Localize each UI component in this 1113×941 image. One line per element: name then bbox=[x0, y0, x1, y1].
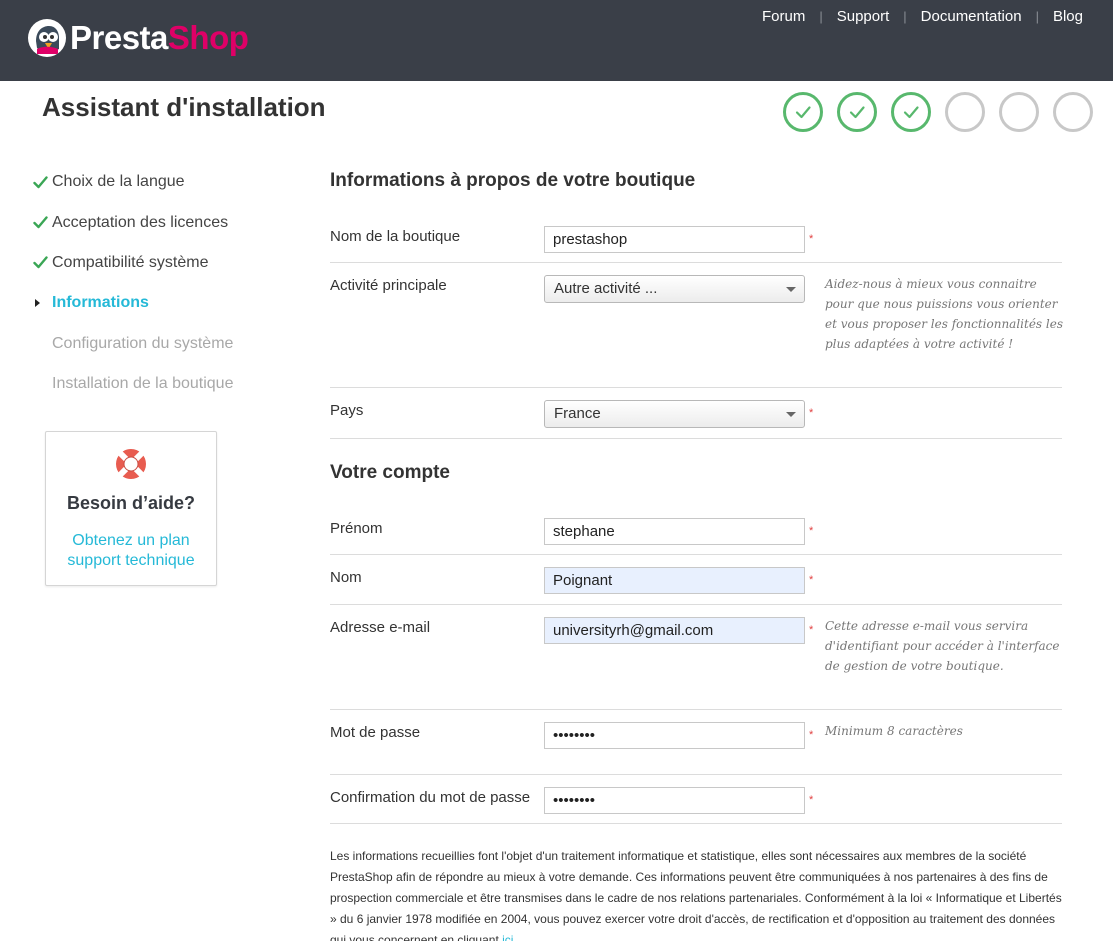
logo-text-shop: Shop bbox=[167, 19, 249, 56]
step-4-pending bbox=[945, 92, 985, 132]
step-5-pending bbox=[999, 92, 1039, 132]
required-marker: * bbox=[809, 729, 814, 741]
install-steps-sidebar: Choix de la langue Acceptation des licen… bbox=[33, 162, 273, 404]
row-divider bbox=[330, 387, 1062, 388]
email-input[interactable] bbox=[544, 617, 805, 644]
shop-name-input[interactable] bbox=[544, 226, 805, 253]
chevron-down-icon bbox=[786, 287, 796, 292]
row-divider bbox=[330, 709, 1062, 710]
lastname-input[interactable] bbox=[544, 567, 805, 594]
sidebar-item-language[interactable]: Choix de la langue bbox=[33, 162, 273, 202]
row-divider bbox=[330, 554, 1062, 555]
activity-select-value: Autre activité ... bbox=[554, 280, 658, 297]
support-plan-link-line2: support technique bbox=[67, 552, 195, 569]
nav-link-support[interactable]: Support bbox=[837, 8, 890, 25]
step-1-complete bbox=[783, 92, 823, 132]
country-select-value: France bbox=[554, 405, 601, 422]
row-divider bbox=[330, 774, 1062, 775]
account-section-title: Votre compte bbox=[330, 462, 451, 483]
shop-section-title: Informations à propos de votre boutique bbox=[330, 170, 696, 191]
sidebar-item-label: Configuration du système bbox=[52, 334, 234, 352]
logo-wordmark: PrestaShop bbox=[70, 19, 249, 57]
check-icon bbox=[33, 255, 52, 270]
progress-steps bbox=[783, 92, 1093, 132]
lifebuoy-icon bbox=[116, 449, 146, 479]
sidebar-item-label: Informations bbox=[52, 294, 149, 312]
password-confirm-input[interactable] bbox=[544, 787, 805, 814]
sidebar-item-label: Choix de la langue bbox=[52, 173, 185, 191]
check-icon bbox=[33, 215, 52, 230]
required-marker: * bbox=[809, 794, 814, 806]
sidebar-item-label: Installation de la boutique bbox=[52, 375, 234, 393]
prestashop-logo[interactable]: PrestaShop bbox=[28, 19, 249, 57]
required-marker: * bbox=[809, 624, 814, 636]
step-3-complete bbox=[891, 92, 931, 132]
legal-link-ici[interactable]: ici bbox=[502, 933, 513, 941]
logo-text-presta: Presta bbox=[70, 19, 168, 56]
row-divider bbox=[330, 438, 1062, 439]
required-marker: * bbox=[809, 525, 814, 537]
sidebar-item-informations[interactable]: Informations bbox=[33, 283, 273, 323]
password-confirm-label: Confirmation du mot de passe bbox=[330, 789, 531, 806]
support-plan-link[interactable]: Obtenez un plan support technique bbox=[46, 531, 216, 571]
nav-separator: | bbox=[903, 9, 907, 24]
legal-notice: Les informations recueillies font l'obje… bbox=[330, 846, 1065, 941]
checkmark-icon bbox=[849, 106, 865, 119]
checkmark-icon bbox=[795, 106, 811, 119]
nav-link-forum[interactable]: Forum bbox=[762, 8, 805, 25]
checkmark-icon bbox=[903, 106, 919, 119]
help-title: Besoin d’aide? bbox=[66, 493, 196, 513]
activity-hint: Aidez-nous à mieux vous connaitre pour q… bbox=[825, 277, 1063, 351]
shop-name-label: Nom de la boutique bbox=[330, 228, 461, 245]
sidebar-item-shop-install: Installation de la boutique bbox=[33, 364, 273, 404]
country-select[interactable]: France bbox=[544, 400, 805, 428]
chevron-down-icon bbox=[786, 412, 796, 417]
row-divider bbox=[330, 604, 1062, 605]
sidebar-item-label: Compatibilité système bbox=[52, 253, 209, 271]
nav-separator: | bbox=[819, 9, 823, 24]
lastname-label: Nom bbox=[330, 569, 362, 586]
step-2-complete bbox=[837, 92, 877, 132]
required-marker: * bbox=[809, 407, 814, 419]
help-box: Besoin d’aide? Obtenez un plan support t… bbox=[45, 431, 217, 586]
check-icon bbox=[33, 175, 52, 190]
sidebar-item-label: Acceptation des licences bbox=[52, 213, 229, 231]
nav-separator: | bbox=[1035, 9, 1039, 24]
required-marker: * bbox=[809, 574, 814, 586]
row-divider bbox=[330, 262, 1062, 263]
email-hint: Cette adresse e-mail vous servira d'iden… bbox=[825, 619, 1060, 673]
email-label: Adresse e-mail bbox=[330, 619, 431, 636]
sidebar-item-compatibility[interactable]: Compatibilité système bbox=[33, 243, 273, 283]
password-hint: Minimum 8 caractères bbox=[825, 724, 963, 738]
password-input[interactable] bbox=[544, 722, 805, 749]
nav-link-blog[interactable]: Blog bbox=[1053, 8, 1083, 25]
caret-right-icon bbox=[33, 298, 52, 308]
page-title: Assistant d'installation bbox=[42, 92, 326, 122]
sidebar-item-licenses[interactable]: Acceptation des licences bbox=[33, 202, 273, 242]
support-plan-link-line1: Obtenez un plan bbox=[72, 532, 190, 549]
required-marker: * bbox=[809, 233, 814, 245]
activity-select[interactable]: Autre activité ... bbox=[544, 275, 805, 303]
row-divider bbox=[330, 823, 1062, 824]
legal-notice-text: Les informations recueillies font l'obje… bbox=[330, 849, 1062, 941]
top-navigation: Forum | Support | Documentation | Blog bbox=[762, 8, 1083, 25]
country-label: Pays bbox=[330, 402, 364, 419]
nav-link-documentation[interactable]: Documentation bbox=[921, 8, 1022, 25]
password-label: Mot de passe bbox=[330, 724, 421, 741]
step-6-pending bbox=[1053, 92, 1093, 132]
puffin-logo-icon bbox=[28, 19, 66, 57]
firstname-input[interactable] bbox=[544, 518, 805, 545]
activity-label: Activité principale bbox=[330, 277, 447, 294]
sidebar-item-system-config: Configuration du système bbox=[33, 324, 273, 364]
firstname-label: Prénom bbox=[330, 520, 383, 537]
top-header-bar: PrestaShop Forum | Support | Documentati… bbox=[0, 0, 1113, 81]
